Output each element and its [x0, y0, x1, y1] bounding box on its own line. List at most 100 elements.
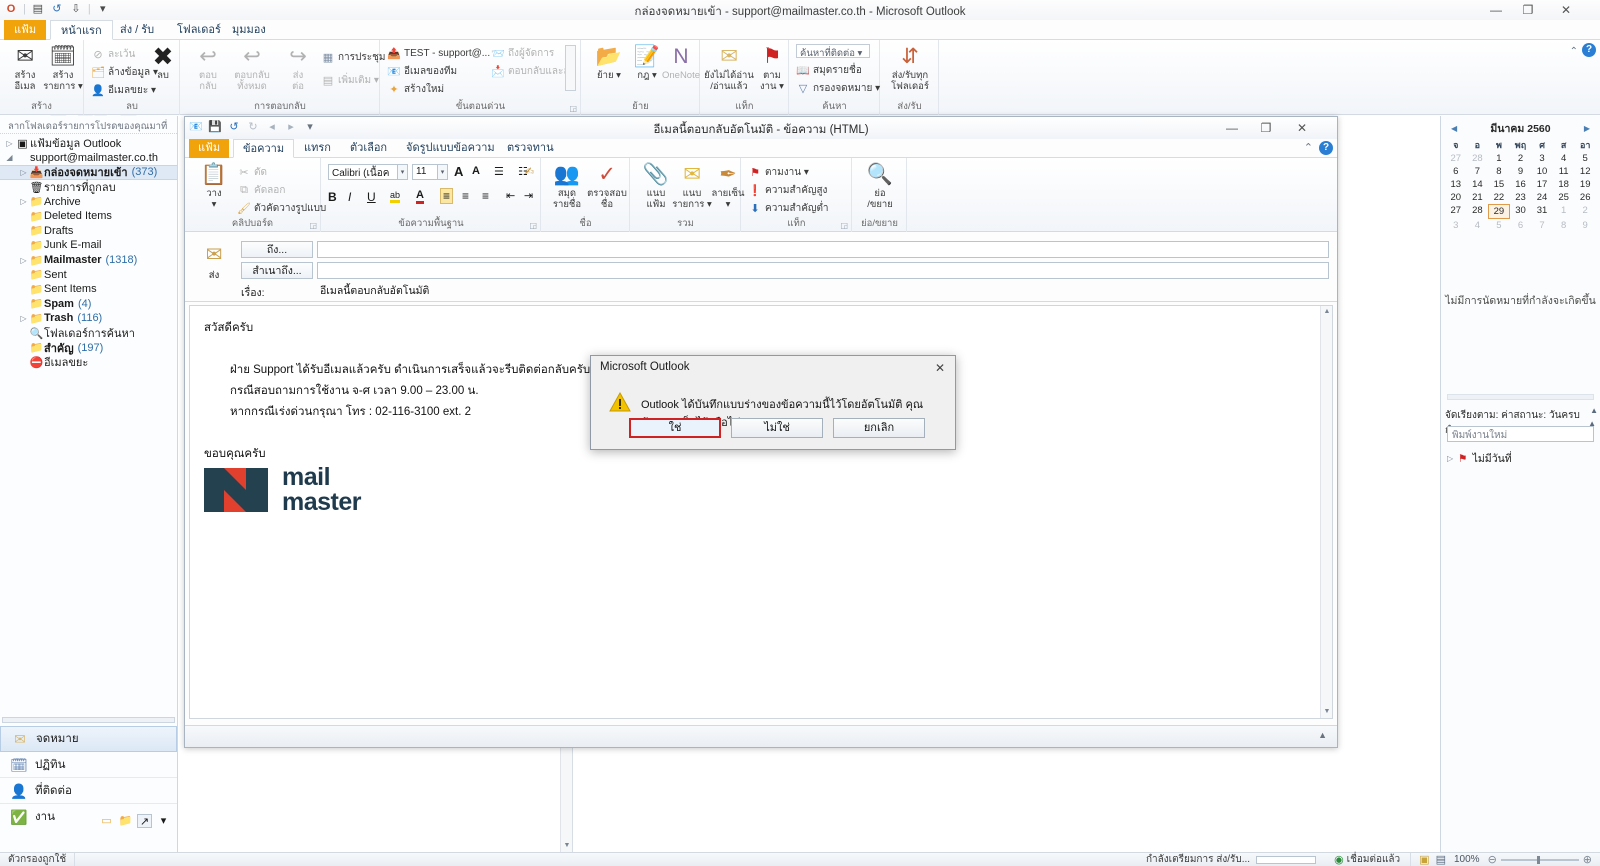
- font-size-input[interactable]: 11: [412, 164, 438, 180]
- calendar-day[interactable]: 16: [1510, 178, 1532, 191]
- nav-config-icon[interactable]: ▾: [156, 814, 171, 828]
- folder-row[interactable]: ▷ ▣ แฟ้มข้อมูล Outlook: [0, 136, 177, 151]
- tab-file[interactable]: แฟ้ม: [4, 20, 47, 40]
- calendar-day[interactable]: 26: [1574, 191, 1596, 204]
- cc-field[interactable]: [317, 262, 1329, 279]
- calendar-day[interactable]: 25: [1553, 191, 1575, 204]
- scroll-down-arrow[interactable]: ▼: [561, 840, 573, 852]
- clear-formatting-icon[interactable]: ✍: [525, 165, 534, 178]
- more-respond-button[interactable]: ▤ เพิ่มเติม ▾: [321, 72, 379, 88]
- clipboard-dialog-launcher[interactable]: ◲: [309, 221, 317, 230]
- new-task-input[interactable]: พิมพ์งานใหม่: [1447, 426, 1594, 442]
- font-name-input[interactable]: Calibri (เนื้อค: [328, 164, 398, 180]
- font-size-dropdown-icon[interactable]: ▾: [438, 164, 448, 180]
- zoom-slider-knob[interactable]: [1536, 855, 1540, 864]
- find-contact-input[interactable]: ค้นหาที่ติดต่อ ▾: [796, 44, 870, 58]
- outlook-app-icon[interactable]: O: [4, 2, 18, 16]
- message-body-text[interactable]: สวัสดีครับ ฝ่าย Support ได้รับอีเมลแล้วค…: [204, 318, 590, 465]
- calendar-day[interactable]: 21: [1467, 191, 1489, 204]
- calendar-day[interactable]: 7: [1467, 165, 1489, 178]
- to-button[interactable]: ถึง...: [241, 241, 313, 258]
- notes-mini-icon[interactable]: ▭: [99, 814, 114, 828]
- font-color-icon[interactable]: A: [416, 189, 424, 204]
- calendar-day[interactable]: 17: [1531, 178, 1553, 191]
- navpane-splitter[interactable]: [2, 717, 175, 723]
- address-book-button[interactable]: 📖 สมุดรายชื่อ: [796, 62, 862, 78]
- calendar-day[interactable]: 6: [1445, 165, 1467, 178]
- compose-tab-message[interactable]: ข้อความ: [233, 139, 295, 158]
- calendar-day[interactable]: 29: [1488, 204, 1510, 219]
- folder-twisty-icon[interactable]: ▷: [18, 197, 29, 206]
- folder-row[interactable]: 🗑 รายการที่ถูกลบ: [0, 180, 177, 195]
- calendar-day[interactable]: 28: [1467, 204, 1489, 219]
- calendar-day[interactable]: 14: [1467, 178, 1489, 191]
- calendar-next-month-icon[interactable]: ▶: [1584, 124, 1590, 133]
- quickstep-reply-delete-button[interactable]: 📩 ตอบกลับและลบ: [491, 63, 576, 79]
- reply-button[interactable]: ↩ ตอบ กลับ: [185, 44, 231, 92]
- underline-icon[interactable]: U: [367, 190, 376, 204]
- italic-icon[interactable]: I: [348, 190, 351, 204]
- grow-font-icon[interactable]: A: [454, 164, 463, 179]
- folder-twisty-icon[interactable]: ◢: [4, 153, 15, 162]
- calendar-day[interactable]: 1: [1488, 152, 1510, 165]
- quickstep-manager-button[interactable]: 📨 ถึงผู้จัดการ: [491, 45, 554, 61]
- nav-button-contacts[interactable]: 👤 ที่ติดต่อ: [0, 778, 177, 804]
- calendar-day[interactable]: 22: [1488, 191, 1510, 204]
- calendar-day[interactable]: 13: [1445, 178, 1467, 191]
- highlight-icon[interactable]: ab: [390, 190, 401, 203]
- folder-twisty-icon[interactable]: ▷: [18, 256, 29, 265]
- subject-field[interactable]: อีเมลนี้ตอบกลับอัตโนมัติ: [317, 281, 1329, 297]
- folder-row[interactable]: 📁 Sent Items: [0, 282, 177, 297]
- quickstep-test-button[interactable]: 📤 TEST - support@...: [387, 45, 490, 61]
- window-maximize-button[interactable]: ❐: [1514, 0, 1542, 20]
- unread-read-button[interactable]: ✉ ยังไม่ได้อ่าน /อ่านแล้ว: [703, 44, 755, 92]
- folder-row[interactable]: 📁 สำคัญ (197): [0, 340, 177, 355]
- compose-expand-arrow[interactable]: ▲: [1318, 730, 1327, 740]
- qat-more-icon[interactable]: ▾: [96, 2, 110, 16]
- calendar-day[interactable]: 27: [1445, 204, 1467, 219]
- calendar-day[interactable]: 5: [1488, 219, 1510, 232]
- calendar-prev-month-icon[interactable]: ◀: [1451, 124, 1457, 133]
- cut-button[interactable]: ✂ ตัด: [237, 164, 267, 180]
- folder-row[interactable]: 📁 Spam (4): [0, 297, 177, 312]
- calendar-day[interactable]: 23: [1510, 191, 1532, 204]
- quicksteps-scrollbar[interactable]: [565, 45, 576, 91]
- calendar-day[interactable]: 2: [1574, 204, 1596, 219]
- calendar-day[interactable]: 24: [1531, 191, 1553, 204]
- dialog-close-button[interactable]: ✕: [929, 358, 951, 378]
- calendar-day[interactable]: 18: [1553, 178, 1575, 191]
- calendar-day[interactable]: 28: [1467, 152, 1489, 165]
- todo-group-twisty-icon[interactable]: ▷: [1447, 454, 1453, 463]
- folder-row[interactable]: 🔍 โฟลเดอร์การค้นหา: [0, 326, 177, 341]
- send-receive-qat-icon[interactable]: ⇩: [69, 2, 83, 16]
- quickstep-new-button[interactable]: ✦ สร้างใหม่: [387, 81, 444, 97]
- body-scroll-up-arrow[interactable]: ▲: [1321, 306, 1332, 318]
- calendar-day[interactable]: 8: [1488, 165, 1510, 178]
- shrink-font-icon[interactable]: A: [472, 165, 480, 177]
- folderlist-mini-icon[interactable]: 📁: [118, 814, 133, 828]
- calendar-day[interactable]: 9: [1510, 165, 1532, 178]
- compose-collapse-icon[interactable]: ⌃: [1304, 141, 1313, 155]
- folder-row[interactable]: 📁 Deleted Items: [0, 209, 177, 224]
- compose-minimize-button[interactable]: —: [1217, 117, 1247, 139]
- folder-row[interactable]: 📁 Junk E-mail: [0, 238, 177, 253]
- increase-indent-icon[interactable]: ⇥: [524, 189, 533, 202]
- zoom-in-button[interactable]: ⊕: [1579, 853, 1600, 866]
- calendar-day[interactable]: 15: [1488, 178, 1510, 191]
- align-center-icon[interactable]: ≡: [462, 189, 469, 203]
- dialog-no-button[interactable]: ไม่ใช่: [731, 418, 823, 438]
- calendar-day[interactable]: 30: [1510, 204, 1532, 219]
- calendar-day[interactable]: 4: [1553, 152, 1575, 165]
- undo-qat-icon[interactable]: ↺: [50, 2, 64, 16]
- compose-tab-review[interactable]: ตรวจทาน: [498, 139, 563, 158]
- align-right-icon[interactable]: ≡: [482, 189, 489, 203]
- send-button[interactable]: ✉ ส่ง: [195, 242, 233, 283]
- calendar-day[interactable]: 3: [1445, 219, 1467, 232]
- format-painter-button[interactable]: 🖌 ตัวคัดวางรูปแบบ: [237, 200, 326, 216]
- basic-text-dialog-launcher[interactable]: ◲: [529, 221, 537, 230]
- normal-view-icon[interactable]: ▣: [1410, 853, 1430, 866]
- follow-up-button[interactable]: ⚑ ตาม งาน ▾: [755, 44, 789, 92]
- new-email-qat-icon[interactable]: ▤: [31, 2, 45, 16]
- folder-row[interactable]: ⛔ อีเมลขยะ: [0, 355, 177, 370]
- meeting-button[interactable]: ▦ การประชุม: [321, 49, 386, 65]
